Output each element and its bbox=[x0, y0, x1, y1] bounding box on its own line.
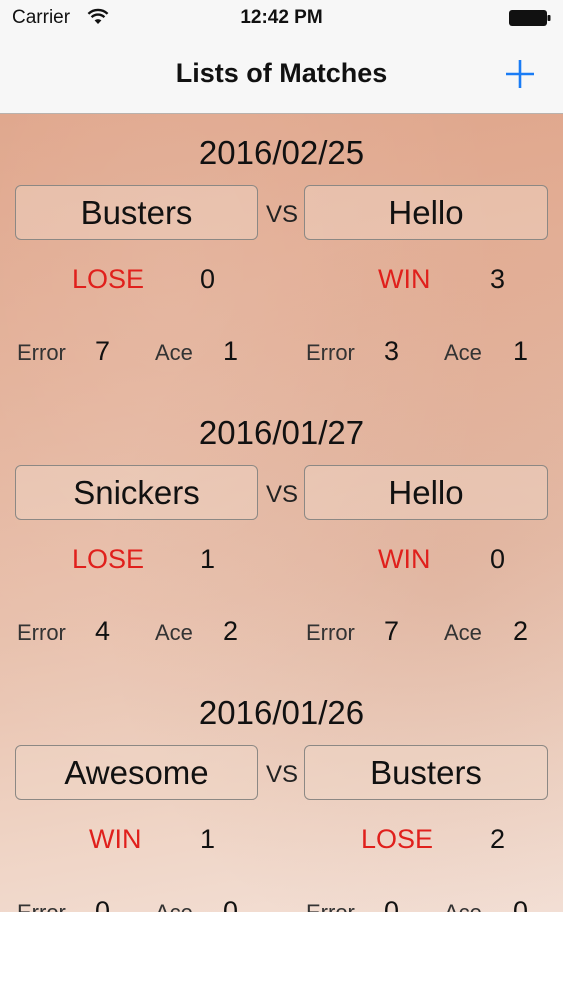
left-error-label: Error bbox=[17, 340, 66, 365]
page-title: Lists of Matches bbox=[175, 58, 388, 88]
plus-icon bbox=[506, 60, 534, 88]
left-result: LOSE bbox=[72, 264, 145, 294]
vs-label: VS bbox=[265, 761, 298, 788]
vs-label: VS bbox=[265, 201, 298, 228]
right-ace-label: Ace bbox=[444, 900, 482, 912]
right-ace-value: 0 bbox=[513, 896, 529, 912]
team-right-button[interactable]: Hello bbox=[304, 465, 548, 520]
right-ace-label: Ace bbox=[444, 620, 482, 645]
bottom-blank-area bbox=[0, 912, 563, 1000]
right-error-label: Error bbox=[306, 620, 355, 645]
left-score: 0 bbox=[200, 264, 216, 294]
right-result: WIN bbox=[378, 264, 431, 294]
left-error-value: 4 bbox=[95, 616, 111, 646]
right-score: 2 bbox=[490, 824, 506, 854]
match-item[interactable]: 2016/01/27 Snickers VS Hello LOSE 1 WIN … bbox=[0, 394, 563, 674]
right-result: LOSE bbox=[361, 824, 434, 854]
status-time: 12:42 PM bbox=[240, 7, 323, 28]
right-error-label: Error bbox=[306, 900, 355, 912]
left-ace-label: Ace bbox=[155, 900, 193, 912]
left-ace-label: Ace bbox=[155, 620, 193, 645]
team-left-button[interactable]: Busters bbox=[15, 185, 258, 240]
left-ace-label: Ace bbox=[155, 340, 193, 365]
matches-list[interactable]: 2016/02/25 Busters VS Hello LOSE 0 WIN 3… bbox=[0, 114, 563, 912]
right-ace-value: 1 bbox=[513, 336, 529, 366]
right-error-value: 7 bbox=[384, 616, 400, 646]
right-score: 0 bbox=[490, 544, 506, 574]
vs-label: VS bbox=[265, 481, 298, 508]
match-date: 2016/01/26 bbox=[198, 694, 365, 731]
right-error-value: 0 bbox=[384, 896, 400, 912]
status-bar: Carrier 12:42 PM bbox=[0, 0, 563, 36]
battery-icon bbox=[509, 10, 551, 31]
match-date: 2016/02/25 bbox=[198, 134, 365, 171]
left-error-value: 7 bbox=[95, 336, 111, 366]
left-result: WIN bbox=[89, 824, 142, 854]
add-match-button[interactable] bbox=[500, 54, 540, 94]
left-ace-value: 2 bbox=[223, 616, 239, 646]
match-item[interactable]: 2016/02/25 Busters VS Hello LOSE 0 WIN 3… bbox=[0, 114, 563, 394]
team-right-button[interactable]: Hello bbox=[304, 185, 548, 240]
team-left-button[interactable]: Awesome bbox=[15, 745, 258, 800]
left-result: LOSE bbox=[72, 544, 145, 574]
right-ace-value: 2 bbox=[513, 616, 529, 646]
left-score: 1 bbox=[200, 544, 216, 574]
team-right-button[interactable]: Busters bbox=[304, 745, 548, 800]
left-error-label: Error bbox=[17, 900, 66, 912]
match-item[interactable]: 2016/01/26 Awesome VS Busters WIN 1 LOSE… bbox=[0, 674, 563, 912]
navigation-bar: Lists of Matches bbox=[0, 36, 563, 114]
right-ace-label: Ace bbox=[444, 340, 482, 365]
left-ace-value: 0 bbox=[223, 896, 239, 912]
left-error-value: 0 bbox=[95, 896, 111, 912]
left-error-label: Error bbox=[17, 620, 66, 645]
right-error-label: Error bbox=[306, 340, 355, 365]
team-left-button[interactable]: Snickers bbox=[15, 465, 258, 520]
right-error-value: 3 bbox=[384, 336, 400, 366]
right-result: WIN bbox=[378, 544, 431, 574]
right-score: 3 bbox=[490, 264, 506, 294]
match-date: 2016/01/27 bbox=[198, 414, 365, 451]
left-ace-value: 1 bbox=[223, 336, 239, 366]
left-score: 1 bbox=[200, 824, 216, 854]
